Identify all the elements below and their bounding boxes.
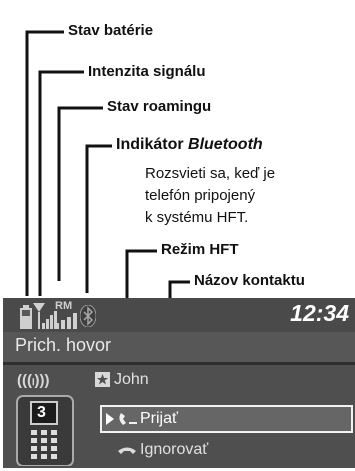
roaming-bars-icon	[55, 313, 77, 329]
hft-display: RM 12:34 Prich. hovor (((ₗ))) 3 John Pri…	[3, 298, 355, 468]
signal-strength-icon	[33, 303, 57, 329]
phone-slot-number: 3	[37, 404, 46, 421]
label-roaming-status: Stav roamingu	[107, 98, 212, 115]
bluetooth-icon	[80, 305, 96, 327]
bluetooth-desc-line: Rozsvieti sa, keď je	[145, 165, 276, 182]
ringing-icon: (((ₗ)))	[17, 372, 50, 389]
roaming-badge: RM	[55, 300, 73, 312]
label-bluetooth-prefix: Indikátor	[116, 136, 189, 153]
label-contact-name: Názov kontaktu	[194, 272, 305, 289]
label-battery-status: Stav batérie	[68, 22, 154, 39]
label-hft-mode: Režim HFT	[161, 241, 239, 258]
call-mode-text: Prich. hovor	[15, 335, 112, 355]
clock: 12:34	[290, 300, 349, 326]
ignore-call-icon	[118, 447, 136, 454]
roaming-icon: RM	[55, 300, 83, 330]
bluetooth-description: Rozsvieti sa, keď je telefón pripojený k…	[145, 163, 275, 229]
accept-call-option[interactable]	[100, 405, 353, 433]
label-bluetooth-word: Bluetooth	[188, 136, 263, 153]
bluetooth-desc-line: k systému HFT.	[145, 209, 249, 226]
accept-call-label[interactable]: Prijať	[140, 410, 178, 428]
label-bluetooth-indicator: Indikátor Bluetooth	[116, 136, 263, 154]
accept-call-icon	[119, 413, 137, 425]
battery-icon	[20, 305, 32, 329]
contact-name: John	[114, 371, 149, 388]
contact-star-icon	[95, 372, 110, 387]
selection-arrow-icon	[106, 413, 114, 425]
label-signal-strength: Intenzita signálu	[88, 63, 206, 80]
ignore-call-label[interactable]: Ignorovať	[140, 441, 208, 459]
bluetooth-desc-line: telefón pripojený	[145, 187, 256, 204]
